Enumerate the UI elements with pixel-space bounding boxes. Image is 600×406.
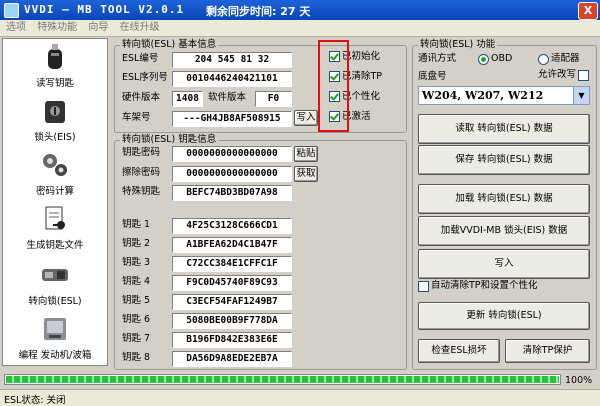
vin-field[interactable]: ---GH4JB8AF508915 — [172, 111, 292, 127]
title-bar: VVDI — MB TOOL V2.0.1 剩余同步时间: 27 天 X — [0, 0, 600, 20]
get-erase-password-button[interactable]: 获取 — [294, 166, 318, 182]
menu-wizard[interactable]: 向导 — [84, 20, 112, 36]
ignition-lock-icon — [45, 101, 65, 123]
esl-id-label: ESL编号 — [122, 53, 159, 64]
software-version-label: 软件版本 — [208, 92, 247, 103]
chassis-select[interactable]: W204, W207, W212 ▼ — [418, 86, 590, 105]
erase-password-label: 擦除密码 — [122, 167, 161, 178]
auto-clear-tp-checkbox[interactable] — [418, 281, 429, 292]
engine-ecu-icon — [44, 318, 66, 340]
obd-radio-label: OBD — [491, 53, 513, 64]
key-3-field[interactable]: C72CC384E1CFFC1F — [172, 256, 292, 272]
status-bar: ESL状态: 关闭 — [0, 389, 600, 406]
sidebar-item-label: 编程 发动机/波箱 — [18, 350, 92, 361]
sidebar-item-eis[interactable]: 锁头(EIS) — [3, 97, 107, 143]
special-key-label: 特殊钥匙 — [122, 186, 161, 197]
menu-bar: 选项 特殊功能 向导 在线升级 — [0, 20, 600, 37]
key-7-label: 钥匙 7 — [122, 333, 151, 344]
sidebar-item-label: 生成钥匙文件 — [26, 240, 84, 251]
sidebar-item-engine-gearbox[interactable]: 编程 发动机/波箱 — [3, 315, 107, 361]
read-esl-data-button[interactable]: 读取 转向锁(ESL) 数据 — [418, 114, 590, 144]
menu-options[interactable]: 选项 — [2, 20, 30, 36]
esl-key-info-title: 转向锁(ESL) 钥匙信息 — [120, 134, 219, 145]
vin-label: 车架号 — [122, 112, 151, 123]
chassis-label: 底盘号 — [418, 71, 447, 82]
progress-fill — [6, 376, 559, 383]
esl-status-text: ESL状态: 关闭 — [4, 395, 66, 406]
obd-radio[interactable] — [478, 54, 489, 65]
load-esl-data-button[interactable]: 加载 转向锁(ESL) 数据 — [418, 184, 590, 214]
esl-functions-title: 转向锁(ESL) 功能 — [418, 39, 498, 50]
key-7-field[interactable]: B196FD842E383E6E — [172, 332, 292, 348]
key-1-field[interactable]: 4F25C3128C666CD1 — [172, 218, 292, 234]
key-1-label: 钥匙 1 — [122, 219, 151, 230]
close-button[interactable]: X — [578, 2, 598, 20]
save-esl-data-button[interactable]: 保存 转向锁(ESL) 数据 — [418, 145, 590, 175]
key-password-label: 钥匙密码 — [122, 147, 161, 158]
adapter-radio-label: 适配器 — [551, 53, 580, 64]
highlight-box — [318, 40, 349, 132]
write-vin-button[interactable]: 写入 — [294, 110, 318, 126]
key-6-label: 钥匙 6 — [122, 314, 151, 325]
steering-lock-icon — [42, 269, 68, 281]
progress-bar — [4, 374, 561, 385]
key-fob-icon — [48, 44, 62, 69]
key-8-label: 钥匙 8 — [122, 352, 151, 363]
hardware-version-label: 硬件版本 — [122, 92, 161, 103]
key-6-field[interactable]: 5080BE00B9F778DA — [172, 313, 292, 329]
chevron-down-icon[interactable]: ▼ — [573, 87, 589, 104]
key-file-icon — [45, 206, 65, 230]
hardware-version-field[interactable]: 1408 — [172, 91, 203, 107]
key-5-label: 钥匙 5 — [122, 295, 151, 306]
menu-online-upgrade[interactable]: 在线升级 — [116, 20, 164, 36]
sidebar: 读写钥匙 锁头(EIS) 密码计算 生成钥匙文件 转向锁(ESL) 编程 发动机… — [2, 38, 108, 366]
esl-serial-label: ESL序列号 — [122, 72, 168, 83]
key-password-field[interactable]: 0000000000000000 — [172, 146, 292, 162]
esl-id-field[interactable]: 204 545 81 32 — [172, 52, 292, 68]
calculator-gears-icon — [43, 154, 67, 176]
key-2-label: 钥匙 2 — [122, 238, 151, 249]
write-esl-button[interactable]: 写入 — [418, 249, 590, 279]
key-5-field[interactable]: C3ECF54FAF1249B7 — [172, 294, 292, 310]
key-2-field[interactable]: A1BFEA62D4C1B47F — [172, 237, 292, 253]
renew-esl-button[interactable]: 更新 转向锁(ESL) — [418, 302, 590, 330]
esl-serial-field[interactable]: 0010446240421101 — [172, 71, 292, 87]
chassis-select-value: W204, W207, W212 — [422, 89, 544, 102]
adapter-radio[interactable] — [538, 54, 549, 65]
allow-edit-checkbox[interactable] — [578, 70, 589, 81]
allow-edit-label: 允许改写 — [538, 69, 577, 80]
sidebar-item-label: 转向锁(ESL) — [28, 296, 82, 307]
key-4-field[interactable]: F9C0D45740F89C93 — [172, 275, 292, 291]
sidebar-item-password-calc[interactable]: 密码计算 — [3, 151, 107, 197]
software-version-field[interactable]: F0 — [255, 91, 292, 107]
auto-clear-tp-label: 自动清除TP和设置个性化 — [431, 280, 538, 291]
menu-special-functions[interactable]: 特殊功能 — [33, 20, 81, 36]
sidebar-item-generate-key-file[interactable]: 生成钥匙文件 — [3, 205, 107, 251]
sidebar-item-steering-lock[interactable]: 转向锁(ESL) — [3, 261, 107, 307]
sync-remaining-text: 剩余同步时间: 27 天 — [206, 5, 311, 18]
window-title: VVDI — MB TOOL V2.0.1 — [24, 3, 185, 16]
erase-password-field[interactable]: 0000000000000000 — [172, 166, 292, 182]
special-key-field[interactable]: BEFC74BD3BD07A98 — [172, 185, 292, 201]
key-3-label: 钥匙 3 — [122, 257, 151, 268]
progress-percent: 100% — [565, 375, 593, 386]
sidebar-item-label: 读写钥匙 — [35, 78, 74, 89]
sidebar-item-label: 锁头(EIS) — [34, 132, 76, 143]
sidebar-item-label: 密码计算 — [35, 186, 74, 197]
app-icon — [4, 3, 19, 18]
comm-mode-label: 通讯方式 — [418, 53, 457, 64]
paste-button[interactable]: 粘贴 — [294, 146, 318, 162]
load-eis-data-button[interactable]: 加载VVDI-MB 锁头(EIS) 数据 — [418, 216, 590, 246]
clear-tp-protection-button[interactable]: 清除TP保护 — [505, 339, 590, 363]
key-4-label: 钥匙 4 — [122, 276, 151, 287]
key-8-field[interactable]: DA56D9A8EDE2EB7A — [172, 351, 292, 367]
sidebar-item-read-write-key[interactable]: 读写钥匙 — [3, 43, 107, 89]
esl-basic-info-title: 转向锁(ESL) 基本信息 — [120, 39, 219, 50]
check-esl-damage-button[interactable]: 检查ESL损坏 — [418, 339, 500, 363]
